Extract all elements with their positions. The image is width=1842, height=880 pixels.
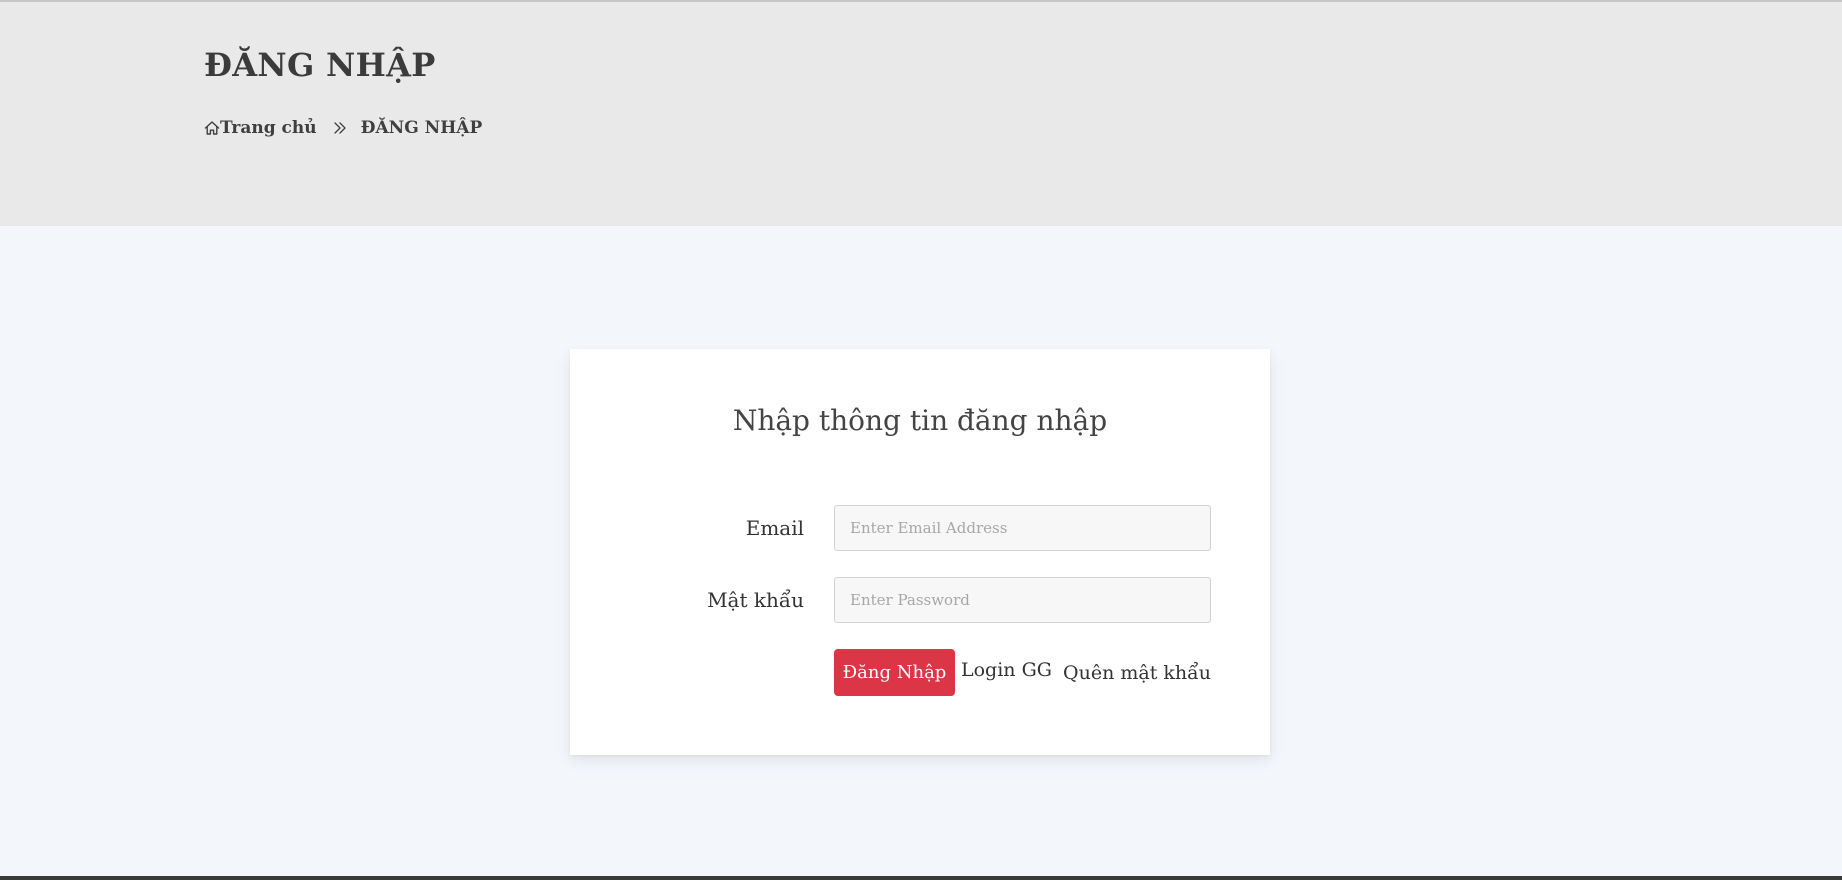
login-card: Nhập thông tin đăng nhập Email Mật khẩu … <box>570 349 1270 755</box>
page-header-banner: ĐĂNG NHẬP Trang chủ ĐĂNG NHẬP <box>0 2 1842 226</box>
breadcrumb: Trang chủ ĐĂNG NHẬP <box>204 118 482 138</box>
login-heading: Nhập thông tin đăng nhập <box>732 404 1108 437</box>
breadcrumb-current: ĐĂNG NHẬP <box>360 118 483 138</box>
email-label: Email <box>745 516 804 540</box>
breadcrumb-home-label: Trang chủ <box>220 118 317 138</box>
home-icon <box>204 120 220 136</box>
forgot-password-link[interactable]: Quên mật khẩu <box>1063 662 1211 684</box>
email-input[interactable] <box>834 505 1211 551</box>
bottom-border <box>0 876 1842 880</box>
password-label: Mật khẩu <box>707 588 804 612</box>
login-button[interactable]: Đăng Nhập <box>834 649 955 696</box>
google-login-link[interactable]: Login GG <box>961 659 1052 681</box>
page-title: ĐĂNG NHẬP <box>204 46 436 84</box>
password-input[interactable] <box>834 577 1211 623</box>
breadcrumb-home-link[interactable]: Trang chủ <box>204 118 317 138</box>
double-chevron-right-icon <box>333 121 347 135</box>
